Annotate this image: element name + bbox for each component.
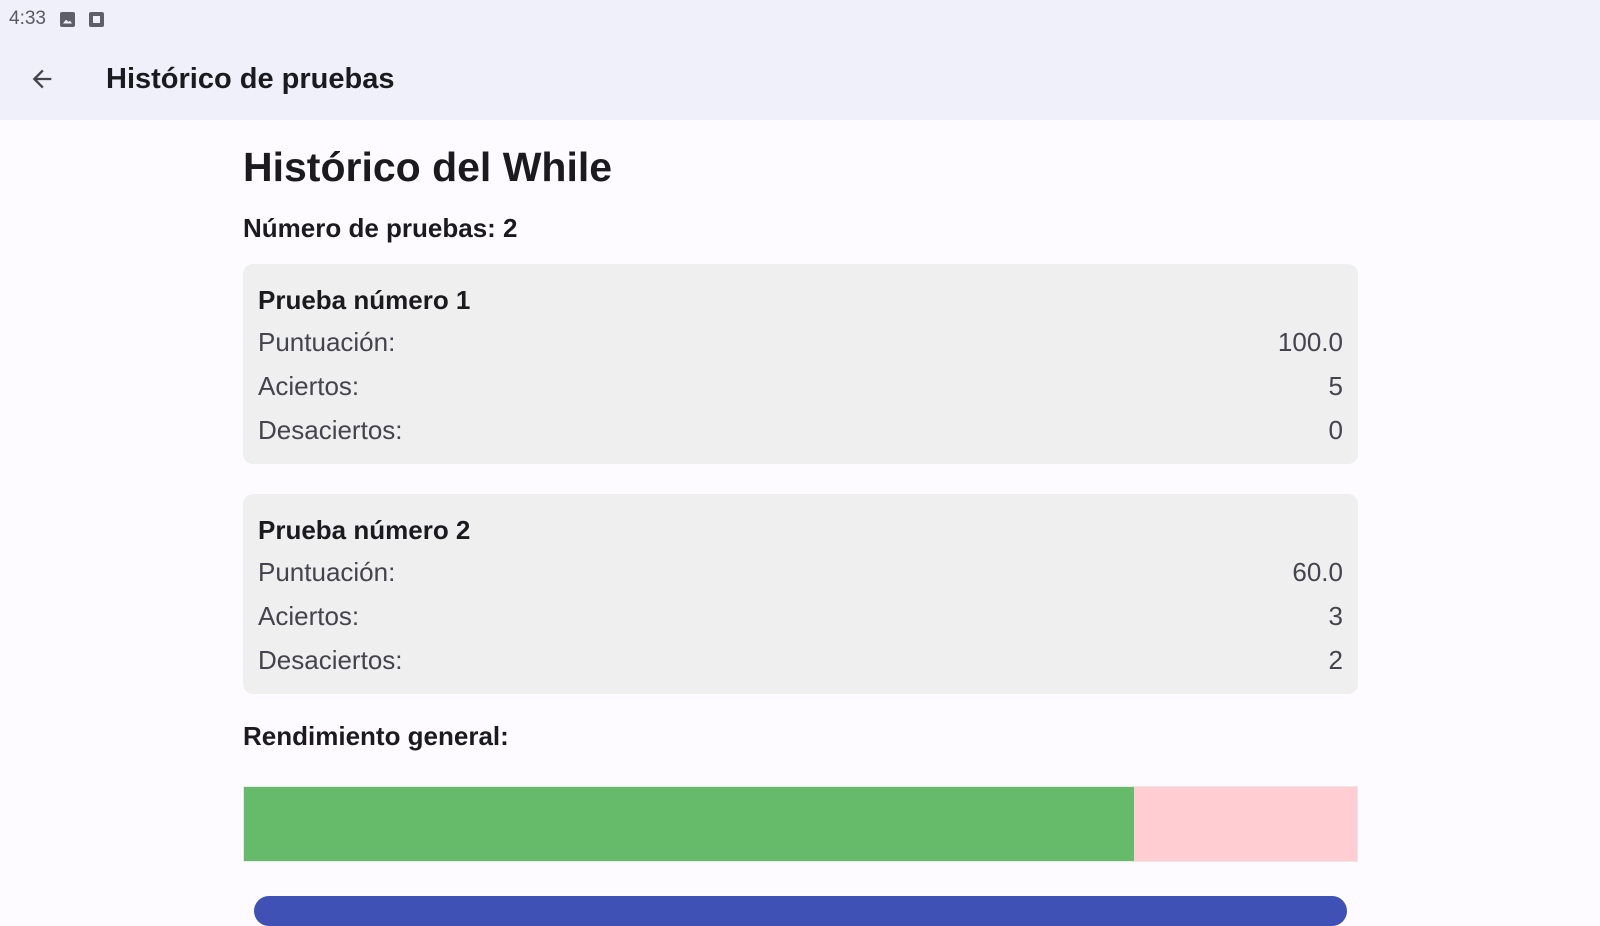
arrow-back-icon xyxy=(32,69,52,89)
score-row: Puntuación: 100.0 xyxy=(258,320,1343,364)
score-value: 100.0 xyxy=(1277,327,1343,357)
back-button[interactable] xyxy=(18,55,66,103)
score-label: Puntuación: xyxy=(258,557,396,587)
incorrect-value: 0 xyxy=(1328,415,1343,445)
test-card-title: Prueba número 2 xyxy=(258,515,471,545)
status-bar: 4:33 xyxy=(0,0,1600,38)
incorrect-row: Desaciertos: 2 xyxy=(258,638,1343,682)
main-content: Histórico del While Número de pruebas: 2… xyxy=(243,120,1358,862)
correct-value: 5 xyxy=(1328,371,1343,401)
correct-row: Aciertos: 3 xyxy=(258,594,1343,638)
test-card: Prueba número 2 Puntuación: 60.0 Acierto… xyxy=(243,494,1358,694)
incorrect-label: Desaciertos: xyxy=(258,415,403,445)
correct-value: 3 xyxy=(1328,601,1343,631)
bottom-action-button[interactable] xyxy=(254,896,1347,926)
page-title: Histórico del While xyxy=(243,144,613,190)
correct-row: Aciertos: 5 xyxy=(258,364,1343,408)
test-count: Número de pruebas: 2 xyxy=(243,213,518,243)
performance-label: Rendimiento general: xyxy=(243,721,509,751)
correct-label: Aciertos: xyxy=(258,371,360,401)
status-time: 4:33 xyxy=(9,8,46,29)
box-icon xyxy=(88,11,104,27)
test-card: Prueba número 1 Puntuación: 100.0 Aciert… xyxy=(243,264,1358,464)
incorrect-row: Desaciertos: 0 xyxy=(258,408,1343,452)
incorrect-label: Desaciertos: xyxy=(258,645,403,675)
score-row: Puntuación: 60.0 xyxy=(258,550,1343,594)
score-label: Puntuación: xyxy=(258,327,396,357)
correct-label: Aciertos: xyxy=(258,601,360,631)
score-value: 60.0 xyxy=(1292,557,1343,587)
performance-incorrect-segment xyxy=(1134,787,1357,861)
incorrect-value: 2 xyxy=(1328,645,1343,675)
app-bar: Histórico de pruebas xyxy=(0,38,1600,120)
performance-correct-segment xyxy=(244,787,1135,861)
test-card-title: Prueba número 1 xyxy=(258,285,471,315)
image-icon xyxy=(59,11,75,27)
app-bar-title: Histórico de pruebas xyxy=(106,62,395,95)
performance-bar xyxy=(243,786,1358,862)
